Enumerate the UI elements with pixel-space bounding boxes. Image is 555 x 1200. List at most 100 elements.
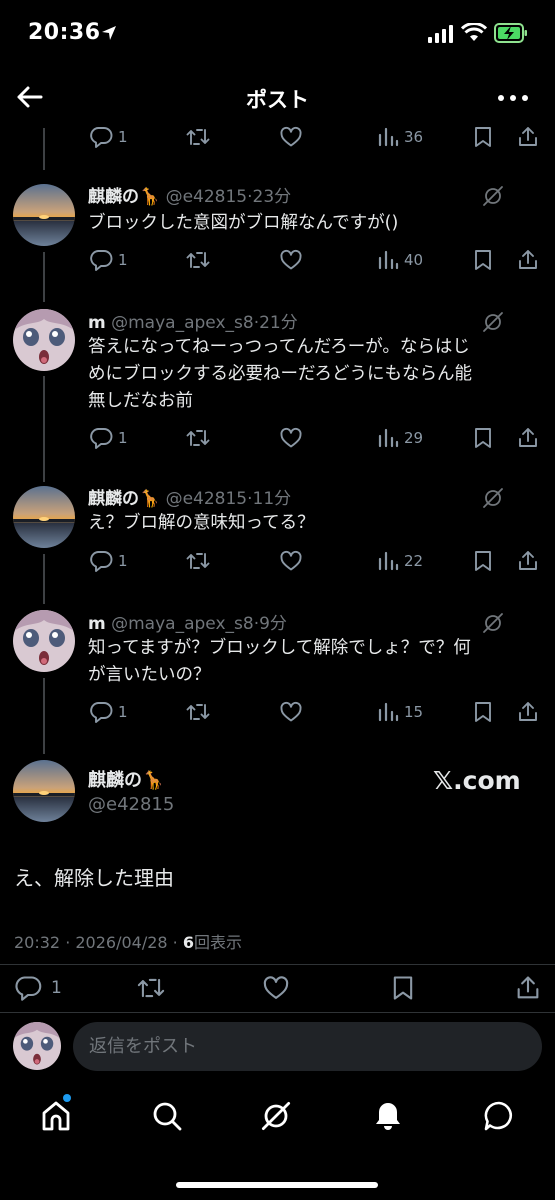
avatar[interactable] [13, 184, 75, 246]
avatar[interactable] [13, 610, 75, 672]
reply-button[interactable]: 1 [89, 123, 128, 151]
like-button[interactable] [279, 123, 303, 151]
share-icon [519, 551, 537, 570]
post-text-line: めにブロックする必要ねーだろどうにもならん能 [88, 364, 472, 384]
tab-home[interactable] [38, 1098, 74, 1134]
repost-button[interactable] [185, 123, 211, 151]
display-name[interactable]: 麒麟の🦒 [88, 187, 160, 207]
current-user-avatar[interactable] [13, 1022, 61, 1070]
repost-button[interactable] [185, 547, 211, 575]
reply-button[interactable]: 1 [14, 974, 62, 1002]
reply-icon [90, 428, 113, 449]
views-stat[interactable]: 36 [377, 123, 423, 151]
share-button[interactable] [516, 547, 540, 575]
action-row: 1 29 [0, 424, 555, 452]
like-button[interactable] [279, 698, 303, 726]
home-icon [42, 1101, 70, 1131]
reply-input[interactable] [73, 1022, 542, 1071]
post-header-line: 麒麟の🦒 @e42815·23分 [88, 182, 291, 208]
views-stat[interactable]: 22 [377, 547, 423, 575]
main-post-display-name[interactable]: 麒麟の🦒 [88, 766, 164, 792]
bookmark-button[interactable] [472, 123, 494, 151]
bookmark-button[interactable] [472, 424, 494, 452]
share-button[interactable] [516, 698, 540, 726]
views-stat[interactable]: 15 [377, 698, 423, 726]
tab-search[interactable] [149, 1098, 185, 1134]
action-row: 1 15 [0, 698, 555, 726]
share-button[interactable] [516, 424, 540, 452]
messages-icon [484, 1101, 512, 1131]
bookmark-icon [475, 702, 491, 722]
post-timestamp-line: 20:32 · 2026/04/28 · 6回表示 [14, 929, 242, 953]
bookmark-button[interactable] [472, 698, 494, 726]
bookmark-button[interactable] [472, 246, 494, 274]
divider [0, 1012, 555, 1013]
views-icon [378, 702, 399, 722]
tab-grok[interactable] [258, 1098, 294, 1134]
action-row: 1 40 [0, 246, 555, 274]
x-com-badge: 𝕏.com [433, 766, 521, 795]
reply-button[interactable]: 1 [89, 424, 128, 452]
grok-icon[interactable] [481, 486, 505, 510]
bookmark-icon [475, 551, 491, 571]
reply-button[interactable]: 1 [89, 698, 128, 726]
views-count: 22 [404, 552, 424, 570]
reply-icon [90, 702, 113, 723]
views-stat[interactable]: 29 [377, 424, 423, 452]
username[interactable]: @maya_apex_s8 [111, 313, 254, 333]
avatar[interactable] [13, 309, 75, 371]
repost-button[interactable] [185, 698, 211, 726]
display-name[interactable]: 麒麟の🦒 [88, 489, 160, 509]
repost-button[interactable] [136, 974, 166, 1002]
avatar[interactable] [13, 486, 75, 548]
repost-button[interactable] [185, 246, 211, 274]
bookmark-icon [475, 428, 491, 448]
main-post-avatar[interactable] [13, 760, 75, 822]
battery-charging-icon [494, 23, 527, 43]
like-button[interactable] [279, 547, 303, 575]
views-icon [378, 250, 399, 270]
display-name[interactable]: m [88, 614, 106, 634]
post-text: ブロックした意図がブロ解なんですが() [88, 210, 543, 237]
anime-avatar-image [13, 1022, 61, 1070]
display-name[interactable]: m [88, 313, 106, 333]
post-text-line: え？ブロ解の意味知ってる？ [88, 513, 315, 533]
views-count[interactable]: 6 [183, 933, 194, 952]
views-icon [378, 428, 399, 448]
like-icon [280, 126, 302, 147]
notification-dot [63, 1094, 71, 1102]
like-icon [280, 249, 302, 270]
repost-icon [186, 252, 210, 268]
share-button[interactable] [516, 246, 540, 274]
username[interactable]: @e42815 [166, 489, 248, 509]
views-icon [378, 551, 399, 571]
post-time: 11分 [252, 489, 292, 509]
share-button[interactable] [516, 123, 540, 151]
grok-icon[interactable] [481, 310, 505, 334]
like-button[interactable] [279, 246, 303, 274]
main-post-username[interactable]: @e42815 [88, 794, 174, 815]
tab-messages[interactable] [481, 1098, 517, 1134]
grok-icon[interactable] [481, 611, 505, 635]
reply-button[interactable]: 1 [89, 547, 128, 575]
repost-icon [186, 430, 210, 446]
repost-button[interactable] [185, 424, 211, 452]
like-button[interactable] [279, 424, 303, 452]
username[interactable]: @e42815 [166, 187, 248, 207]
tab-notifications[interactable] [370, 1098, 406, 1134]
more-dots-icon[interactable] [496, 88, 530, 108]
share-button[interactable] [514, 974, 542, 1002]
bookmark-button[interactable] [390, 974, 416, 1002]
post-header-line: 麒麟の🦒 @e42815·11分 [88, 484, 291, 510]
post-text-line: 答えになってねーっつってんだろーが。ならはじ [88, 337, 470, 357]
share-icon [517, 976, 539, 999]
post-time: 9分 [259, 614, 287, 634]
main-post-text: え、解除した理由 [14, 866, 174, 890]
bookmark-button[interactable] [472, 547, 494, 575]
like-button[interactable] [262, 974, 290, 1002]
username[interactable]: @maya_apex_s8 [111, 614, 254, 634]
reply-button[interactable]: 1 [89, 246, 128, 274]
views-stat[interactable]: 40 [377, 246, 423, 274]
post-text-line: 無しだなお前 [88, 391, 193, 411]
grok-icon[interactable] [481, 184, 505, 208]
